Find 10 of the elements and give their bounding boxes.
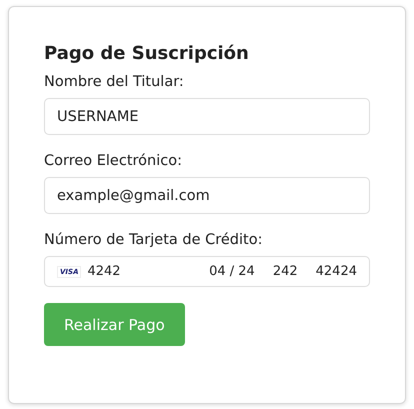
- form-title: Pago de Suscripción: [44, 43, 250, 64]
- input-field[interactable]: USERNAME: [44, 98, 370, 135]
- card-expiry: 04 / 24: [209, 264, 255, 279]
- input-field[interactable]: example@gmail.com: [44, 177, 370, 214]
- card-cvc: 242: [272, 264, 298, 279]
- field-label: Nombre del Titular:: [44, 74, 185, 90]
- field-label: Correo Electrónico:: [44, 153, 183, 169]
- card-number: 4242: [87, 264, 122, 279]
- postal-code: 42424: [316, 264, 357, 279]
- field-label: Número de Tarjeta de Crédito:: [44, 232, 264, 248]
